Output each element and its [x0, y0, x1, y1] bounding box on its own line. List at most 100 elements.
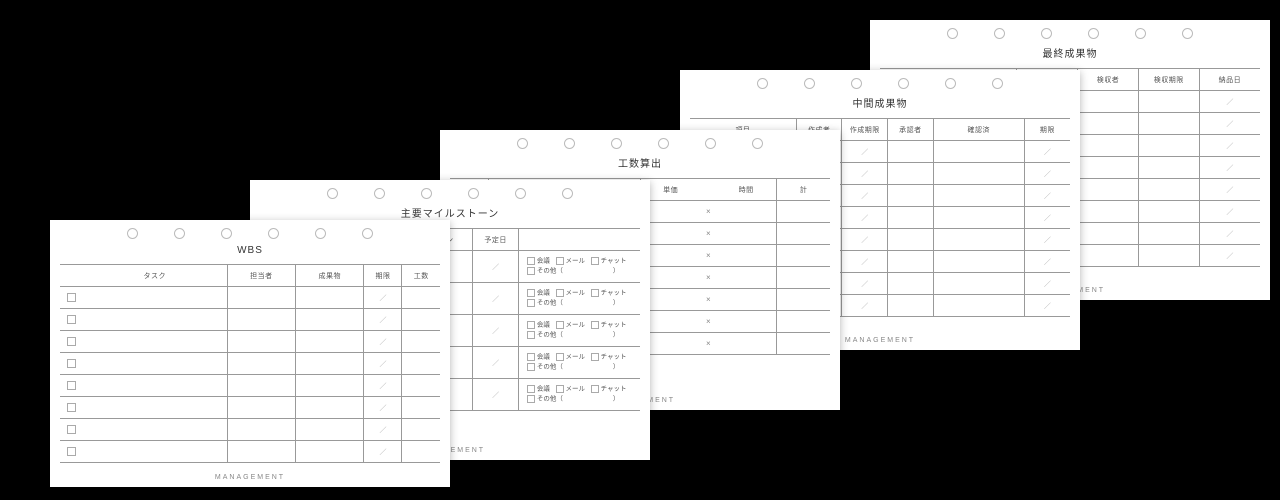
checkbox-icon[interactable]	[591, 321, 599, 329]
col-review-due: 検収期限	[1138, 69, 1199, 91]
binder-holes	[440, 138, 840, 149]
slash-icon	[861, 259, 868, 266]
opt-chat: チャット	[601, 258, 627, 265]
slash-icon	[1044, 237, 1051, 244]
slash-icon	[492, 392, 499, 399]
slash-icon	[1226, 187, 1233, 194]
slash-icon	[1226, 253, 1233, 260]
opt-mail: メール	[566, 386, 586, 393]
checkbox-icon[interactable]	[591, 257, 599, 265]
slash-icon	[1226, 143, 1233, 150]
col-plan-date: 予定日	[473, 229, 519, 251]
opt-mail: メール	[566, 290, 586, 297]
col-owner: 担当者	[227, 265, 295, 287]
slash-icon	[492, 328, 499, 335]
slash-icon	[861, 193, 868, 200]
checkbox-icon[interactable]	[591, 289, 599, 297]
slash-icon	[379, 449, 386, 456]
slash-icon	[379, 383, 386, 390]
checkbox-icon[interactable]	[527, 363, 535, 371]
col-task: タスク	[83, 265, 227, 287]
slash-icon	[379, 295, 386, 302]
checkbox-icon[interactable]	[67, 447, 76, 456]
opt-other: その他（	[537, 331, 563, 338]
opt-other: その他（	[537, 363, 563, 370]
checkbox-icon[interactable]	[556, 257, 564, 265]
checkbox-icon[interactable]	[527, 257, 535, 265]
checkbox-icon[interactable]	[67, 381, 76, 390]
opt-other: その他（	[537, 395, 563, 402]
card-title: 工数算出	[440, 155, 840, 170]
col-deliverable: 成果物	[296, 265, 364, 287]
card-title: 主要マイルストーン	[250, 205, 650, 220]
checkbox-icon[interactable]	[67, 293, 76, 302]
table-wbs: タスク 担当者 成果物 期限 工数	[60, 264, 440, 463]
checkbox-icon[interactable]	[591, 353, 599, 361]
checkbox-icon[interactable]	[67, 403, 76, 412]
binder-holes	[870, 28, 1270, 39]
checkbox-icon[interactable]	[556, 353, 564, 361]
times-icon	[706, 231, 711, 238]
opt-chat: チャット	[601, 386, 627, 393]
slash-icon	[1044, 215, 1051, 222]
checkbox-icon[interactable]	[591, 385, 599, 393]
opt-other: その他（	[537, 299, 563, 306]
slash-icon	[861, 149, 868, 156]
times-icon	[706, 319, 711, 326]
checkbox-icon[interactable]	[527, 289, 535, 297]
col-delivery: 納品日	[1199, 69, 1260, 91]
table-row	[60, 309, 440, 331]
opt-meeting: 会議	[537, 258, 550, 265]
slash-icon	[861, 237, 868, 244]
col-due: 期限	[364, 265, 402, 287]
checkbox-icon[interactable]	[527, 331, 535, 339]
card-title: WBS	[50, 245, 450, 256]
opt-meeting: 会議	[537, 322, 550, 329]
opt-meeting: 会議	[537, 290, 550, 297]
slash-icon	[861, 281, 868, 288]
table-row	[60, 441, 440, 463]
binder-holes	[250, 188, 650, 199]
checkbox-icon[interactable]	[556, 321, 564, 329]
slash-icon	[1044, 303, 1051, 310]
slash-icon	[1226, 231, 1233, 238]
slash-icon	[1044, 149, 1051, 156]
checkbox-icon[interactable]	[67, 315, 76, 324]
col-confirmed: 確認済	[933, 119, 1024, 141]
card-title: 最終成果物	[870, 45, 1270, 60]
slash-icon	[1226, 209, 1233, 216]
opt-mail: メール	[566, 354, 586, 361]
checkbox-icon[interactable]	[67, 337, 76, 346]
slash-icon	[861, 171, 868, 178]
times-icon	[706, 209, 711, 216]
times-icon	[706, 253, 711, 260]
checkbox-icon[interactable]	[527, 321, 535, 329]
checkbox-icon[interactable]	[527, 385, 535, 393]
col-reviewer: 検収者	[1078, 69, 1139, 91]
times-icon	[706, 341, 711, 348]
checkbox-icon[interactable]	[67, 425, 76, 434]
opt-other: その他（	[537, 267, 563, 274]
table-row	[60, 331, 440, 353]
checkbox-icon[interactable]	[67, 359, 76, 368]
card-wbs: WBS タスク 担当者 成果物 期限 工数 MANAGEMENT	[50, 220, 450, 487]
slash-icon	[1044, 171, 1051, 178]
table-row	[60, 375, 440, 397]
slash-icon	[379, 361, 386, 368]
col-approver: 承認者	[888, 119, 934, 141]
checkbox-icon[interactable]	[556, 289, 564, 297]
checkbox-icon[interactable]	[527, 299, 535, 307]
slash-icon	[861, 303, 868, 310]
col-effort: 工数	[402, 265, 440, 287]
binder-holes	[50, 228, 450, 239]
checkbox-icon[interactable]	[527, 395, 535, 403]
slash-icon	[379, 339, 386, 346]
checkbox-icon[interactable]	[556, 385, 564, 393]
slash-icon	[861, 215, 868, 222]
checkbox-icon[interactable]	[527, 267, 535, 275]
checkbox-icon[interactable]	[527, 353, 535, 361]
col-create-due: 作成期限	[842, 119, 888, 141]
slash-icon	[1044, 281, 1051, 288]
slash-icon	[379, 427, 386, 434]
col-hours: 時間	[716, 179, 777, 201]
